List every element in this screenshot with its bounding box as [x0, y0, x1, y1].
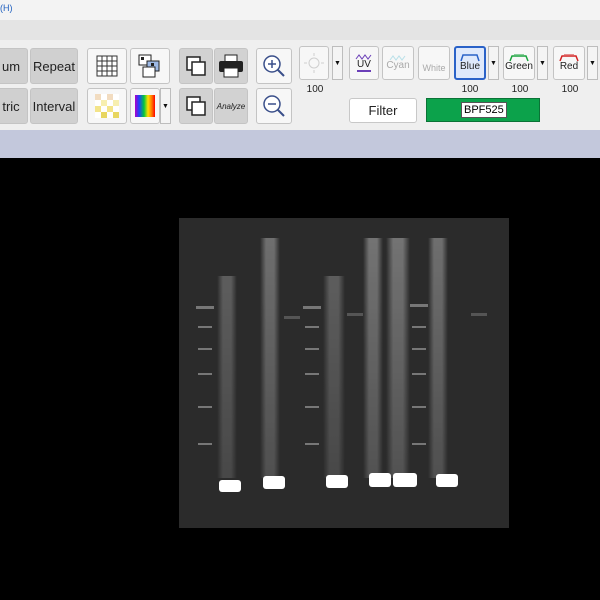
- grid-icon: [96, 55, 118, 77]
- interval-button[interactable]: Interval: [30, 88, 78, 124]
- image-viewer[interactable]: [0, 158, 600, 600]
- checker-icon: [95, 94, 119, 118]
- blue-label: Blue: [459, 61, 480, 72]
- cyan-label: Cyan: [386, 60, 410, 71]
- chevron-down-icon: ▼: [490, 59, 497, 67]
- blue-light-button[interactable]: Blue: [454, 46, 486, 80]
- palette-dropdown[interactable]: ▼: [160, 88, 171, 124]
- green-light-button[interactable]: Green: [503, 46, 535, 80]
- red-dropdown[interactable]: ▼: [587, 46, 598, 80]
- green-dropdown[interactable]: ▼: [537, 46, 548, 80]
- chevron-down-icon: ▼: [334, 59, 341, 67]
- white-label: White: [422, 63, 446, 73]
- print-icon: [219, 54, 243, 78]
- layers-button[interactable]: [130, 48, 170, 84]
- checker-button[interactable]: [87, 88, 127, 124]
- rainbow-palette-icon: [135, 95, 155, 117]
- filter-button[interactable]: Filter: [349, 98, 417, 123]
- photometric-button[interactable]: tric: [0, 88, 28, 124]
- menu-divider: [0, 20, 600, 41]
- chevron-down-icon: ▼: [539, 59, 546, 67]
- menu-help-tail[interactable]: (H): [0, 3, 13, 13]
- blue-dropdown[interactable]: ▼: [488, 46, 499, 80]
- layers-icon: [138, 54, 160, 78]
- copy-button[interactable]: [179, 48, 213, 84]
- copy-icon: [186, 56, 206, 76]
- print-button[interactable]: [214, 48, 248, 84]
- blue-value: 100: [461, 84, 479, 95]
- zoom-out-icon: [263, 95, 285, 117]
- chevron-down-icon: ▼: [162, 102, 169, 110]
- green-label: Green: [505, 61, 533, 72]
- repeat-button[interactable]: Repeat: [30, 48, 78, 84]
- palette-button[interactable]: [130, 88, 160, 124]
- epi-dropdown[interactable]: ▼: [332, 46, 343, 80]
- gel-image: [0, 158, 600, 600]
- maximum-button[interactable]: um: [0, 48, 28, 84]
- green-value: 100: [511, 84, 529, 95]
- image-header-band: [0, 130, 600, 158]
- filter-value-field[interactable]: BPF525: [426, 98, 540, 122]
- filter-value-text: BPF525: [461, 102, 507, 118]
- uv-label: UV: [357, 59, 371, 72]
- grid-button[interactable]: [87, 48, 127, 84]
- zoom-out-button[interactable]: [256, 88, 292, 124]
- red-label: Red: [559, 61, 579, 72]
- analyze-label: Analyze: [216, 101, 246, 111]
- menu-bar: (H): [0, 0, 600, 20]
- red-light-button[interactable]: Red: [553, 46, 585, 80]
- red-value: 100: [561, 84, 579, 95]
- epi-light-icon: [304, 53, 324, 73]
- analyze-button[interactable]: Analyze: [214, 88, 248, 124]
- snapshot-button[interactable]: [179, 88, 213, 124]
- zoom-in-button[interactable]: [256, 48, 292, 84]
- cyan-light-button[interactable]: Cyan: [382, 46, 414, 80]
- zoom-in-icon: [263, 55, 285, 77]
- snapshot-icon: [186, 96, 206, 116]
- white-light-button[interactable]: White: [418, 46, 450, 80]
- uv-light-button[interactable]: UV: [349, 46, 379, 80]
- epi-value: 100: [306, 84, 324, 95]
- chevron-down-icon: ▼: [589, 59, 596, 67]
- epi-light-button[interactable]: [299, 46, 329, 80]
